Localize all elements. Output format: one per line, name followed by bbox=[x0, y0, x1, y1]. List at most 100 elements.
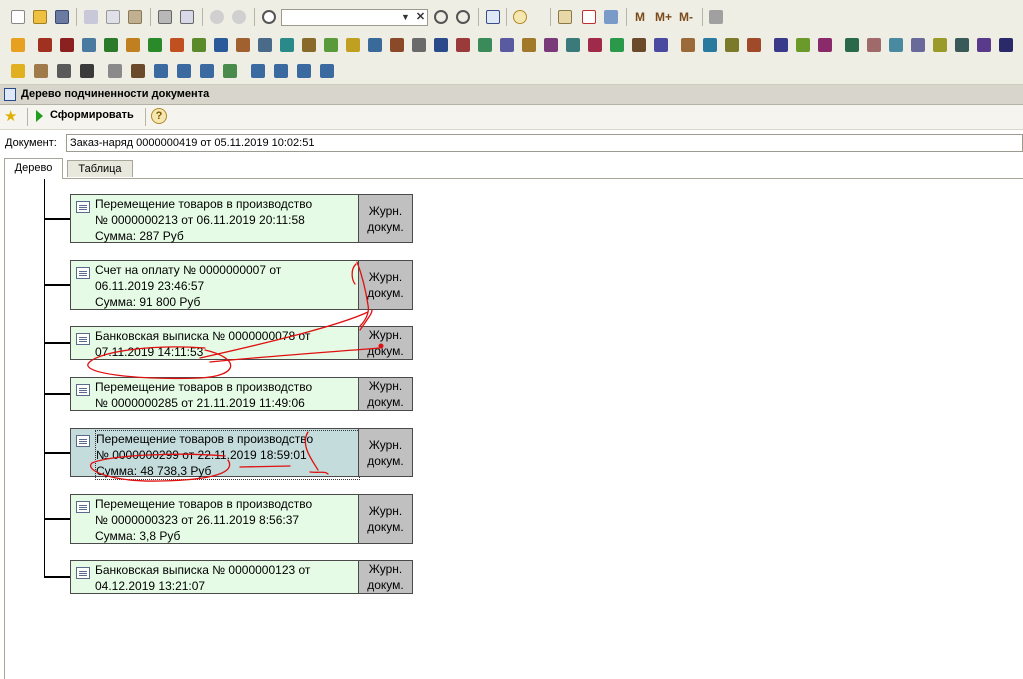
toolbar-document-icon[interactable] bbox=[933, 38, 947, 52]
toolbar-document-icon[interactable] bbox=[170, 38, 184, 52]
tree-node[interactable]: Счет на оплату № 0000000007 от 06.11.2019… bbox=[70, 260, 413, 310]
toolbar-document-icon[interactable] bbox=[911, 38, 925, 52]
toolbar-document-icon[interactable] bbox=[654, 38, 668, 52]
toolbar-operation-icon[interactable] bbox=[80, 64, 94, 78]
tree-node-text[interactable]: Перемещение товаров в производство № 0000… bbox=[95, 430, 360, 480]
tree-node-text[interactable]: Перемещение товаров в производство № 0000… bbox=[95, 196, 358, 244]
toolbar-operation-icon[interactable] bbox=[320, 64, 334, 78]
toolbar-document-icon[interactable] bbox=[302, 38, 316, 52]
toolbar-document-icon[interactable] bbox=[456, 38, 470, 52]
toolbar-operation-icon[interactable] bbox=[11, 64, 25, 78]
toolbar-document-icon[interactable] bbox=[522, 38, 536, 52]
toolbar-document-icon[interactable] bbox=[610, 38, 624, 52]
search-clear-icon[interactable]: ✕ bbox=[414, 10, 427, 25]
search-dropdown-icon[interactable]: ▼ bbox=[399, 10, 412, 25]
copy-icon[interactable] bbox=[106, 10, 120, 24]
help-button[interactable]: ? bbox=[151, 108, 167, 124]
toolbar-document-icon[interactable] bbox=[977, 38, 991, 52]
tree-node-text[interactable]: Перемещение товаров в производство № 0000… bbox=[95, 379, 358, 411]
calendar-icon[interactable] bbox=[582, 10, 596, 24]
journal-button[interactable]: Журн. докум. bbox=[358, 429, 412, 476]
toolbar-document-icon[interactable] bbox=[148, 38, 162, 52]
toolbar-document-icon[interactable] bbox=[955, 38, 969, 52]
toolbar-document-icon[interactable] bbox=[588, 38, 602, 52]
toolbar-document-icon[interactable] bbox=[38, 38, 52, 52]
memory-m-button[interactable]: M bbox=[635, 10, 645, 24]
tree-node-text[interactable]: Банковская выписка № 0000000123 от 04.12.… bbox=[95, 562, 358, 594]
new-document-icon[interactable] bbox=[11, 10, 25, 24]
toolbar-document-icon[interactable] bbox=[725, 38, 739, 52]
toolbar-document-icon[interactable] bbox=[324, 38, 338, 52]
journal-button[interactable]: Журн. докум. bbox=[358, 561, 412, 593]
cut-icon[interactable] bbox=[84, 10, 98, 24]
journal-button[interactable]: Журн. докум. bbox=[358, 378, 412, 410]
dropdown-arrow-icon[interactable] bbox=[532, 16, 540, 24]
memory-minus-button[interactable]: M- bbox=[679, 10, 693, 24]
favorite-star-icon[interactable]: ★ bbox=[4, 107, 17, 125]
toolbar-document-icon[interactable] bbox=[104, 38, 118, 52]
tree-node[interactable]: Перемещение товаров в производство № 0000… bbox=[70, 377, 413, 411]
tree-node[interactable]: Банковская выписка № 0000000078 от 07.11.… bbox=[70, 326, 413, 360]
dropdown-arrow-icon[interactable] bbox=[728, 16, 736, 24]
toolbar-operation-icon[interactable] bbox=[154, 64, 168, 78]
open-folder-icon[interactable] bbox=[33, 10, 47, 24]
print-preview-icon[interactable] bbox=[180, 10, 194, 24]
toolbar-document-icon[interactable] bbox=[774, 38, 788, 52]
toolbar-operation-icon[interactable] bbox=[57, 64, 71, 78]
toolbar-document-icon[interactable] bbox=[796, 38, 810, 52]
tree-node-text[interactable]: Перемещение товаров в производство № 0000… bbox=[95, 496, 358, 544]
tree-node[interactable]: Банковская выписка № 0000000123 от 04.12.… bbox=[70, 560, 413, 594]
toolbar-document-icon[interactable] bbox=[632, 38, 646, 52]
tree-node[interactable]: Перемещение товаров в производство № 0000… bbox=[70, 428, 413, 480]
users-icon[interactable] bbox=[604, 10, 618, 24]
find-prev-icon[interactable] bbox=[456, 10, 470, 24]
toolbar-document-icon[interactable] bbox=[126, 38, 140, 52]
toolbar-document-icon[interactable] bbox=[845, 38, 859, 52]
toolbar-document-icon[interactable] bbox=[434, 38, 448, 52]
memory-plus-button[interactable]: M+ bbox=[655, 10, 672, 24]
toolbar-operation-icon[interactable] bbox=[251, 64, 265, 78]
toolbar-document-icon[interactable] bbox=[390, 38, 404, 52]
play-icon[interactable] bbox=[36, 110, 43, 122]
tools-icon[interactable] bbox=[709, 10, 723, 24]
toolbar-document-icon[interactable] bbox=[412, 38, 426, 52]
tree-node-text[interactable]: Счет на оплату № 0000000007 от 06.11.2019… bbox=[95, 262, 358, 310]
generate-button[interactable]: Сформировать bbox=[50, 109, 134, 121]
toolbar-document-icon[interactable] bbox=[258, 38, 272, 52]
toolbar-operation-icon[interactable] bbox=[274, 64, 288, 78]
toolbar-document-icon[interactable] bbox=[747, 38, 761, 52]
toolbar-document-icon[interactable] bbox=[703, 38, 717, 52]
toolbar-operation-icon[interactable] bbox=[200, 64, 214, 78]
undo-icon[interactable] bbox=[210, 10, 224, 24]
tree-node[interactable]: Перемещение товаров в производство № 0000… bbox=[70, 194, 413, 243]
tab-table[interactable]: Таблица bbox=[67, 160, 133, 177]
toolbar-document-icon[interactable] bbox=[889, 38, 903, 52]
toolbar-document-icon[interactable] bbox=[818, 38, 832, 52]
toolbar-operation-icon[interactable] bbox=[34, 64, 48, 78]
toolbar-document-icon[interactable] bbox=[500, 38, 514, 52]
journal-button[interactable]: Журн. докум. bbox=[358, 495, 412, 543]
toolbar-document-icon[interactable] bbox=[999, 38, 1013, 52]
document-field[interactable]: Заказ-наряд 0000000419 от 05.11.2019 10:… bbox=[66, 134, 1023, 152]
toolbar-operation-icon[interactable] bbox=[177, 64, 191, 78]
info-icon[interactable] bbox=[513, 10, 527, 24]
tree-node-text[interactable]: Банковская выписка № 0000000078 от 07.11.… bbox=[95, 328, 358, 360]
toolbar-document-icon[interactable] bbox=[192, 38, 206, 52]
toolbar-document-icon[interactable] bbox=[544, 38, 558, 52]
find-next-icon[interactable] bbox=[434, 10, 448, 24]
search-icon[interactable] bbox=[262, 10, 276, 24]
toolbar-document-icon[interactable] bbox=[478, 38, 492, 52]
journal-button[interactable]: Журн. докум. bbox=[358, 261, 412, 309]
tab-tree[interactable]: Дерево bbox=[4, 158, 63, 179]
toolbar-document-icon[interactable] bbox=[368, 38, 382, 52]
windows-icon[interactable] bbox=[486, 10, 500, 24]
toolbar-operation-icon[interactable] bbox=[223, 64, 237, 78]
toolbar-document-icon[interactable] bbox=[236, 38, 250, 52]
save-icon[interactable] bbox=[55, 10, 69, 24]
toolbar-document-icon[interactable] bbox=[566, 38, 580, 52]
toolbar-operation-icon[interactable] bbox=[108, 64, 122, 78]
toolbar-operation-icon[interactable] bbox=[131, 64, 145, 78]
toolbar-document-icon[interactable] bbox=[280, 38, 294, 52]
toolbar-document-icon[interactable] bbox=[681, 38, 695, 52]
calculator-icon[interactable] bbox=[558, 10, 572, 24]
